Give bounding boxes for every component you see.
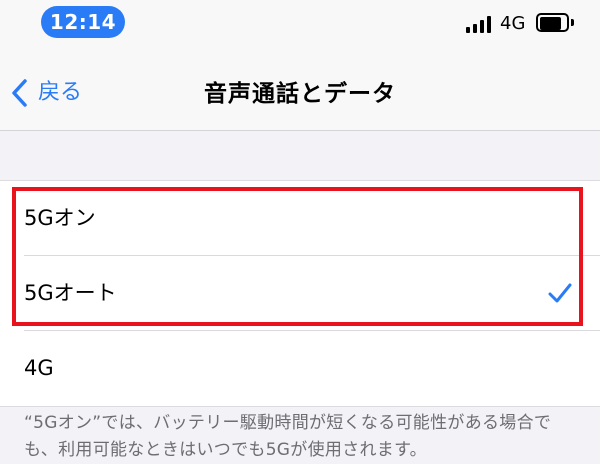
battery-icon bbox=[536, 13, 574, 34]
option-5g-on[interactable]: 5Gオン bbox=[0, 181, 600, 256]
page-title: 音声通話とデータ bbox=[204, 81, 396, 107]
network-type: 4G bbox=[500, 13, 526, 34]
option-label: 4G bbox=[24, 356, 54, 380]
option-description: “5Gオン”では、バッテリー駆動時間が短くなる可能性がある場合でも、利用可能なと… bbox=[24, 413, 552, 460]
voice-data-options: 5Gオン 5Gオート 4G bbox=[0, 180, 600, 407]
cellular-signal-icon bbox=[466, 15, 492, 33]
checkmark-icon bbox=[548, 283, 572, 303]
option-label: 5Gオン bbox=[24, 206, 96, 230]
option-4g[interactable]: 4G bbox=[0, 331, 600, 406]
status-bar: 12:14 4G bbox=[0, 0, 600, 50]
option-5g-auto[interactable]: 5Gオート bbox=[0, 256, 600, 331]
navigation-bar: 戻る 音声通話とデータ bbox=[0, 50, 600, 131]
option-label: 5Gオート bbox=[24, 281, 117, 305]
status-time[interactable]: 12:14 bbox=[41, 6, 125, 38]
